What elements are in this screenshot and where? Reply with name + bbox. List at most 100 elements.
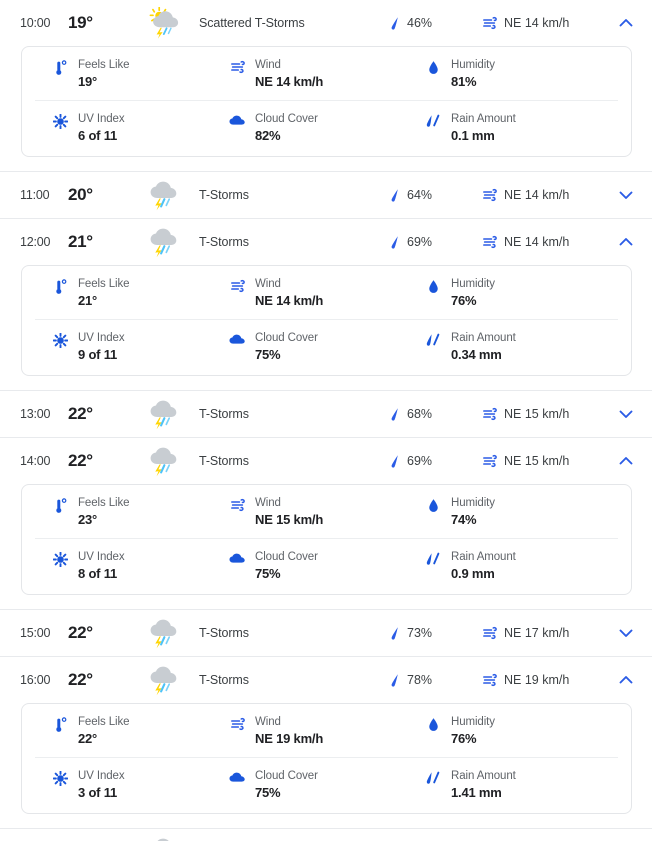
uv-index-icon xyxy=(52,112,69,129)
detail-humidity: Humidity 76% xyxy=(425,715,615,747)
detail-value: 19° xyxy=(78,74,98,89)
hour-summary-row[interactable]: 13:00 22° T-Storms 68% NE 15 km/h xyxy=(0,391,652,437)
hour-time: 15:00 xyxy=(20,626,51,640)
wind-value: NE 14 km/h xyxy=(504,188,570,202)
detail-label: Rain Amount xyxy=(451,113,516,125)
detail-label: Feels Like xyxy=(78,59,130,71)
precip-drop-glyph xyxy=(391,188,398,202)
hour-summary-row[interactable]: 10:00 19° Scattered T-Storms 46% NE 14 k… xyxy=(0,0,652,46)
uv-sun-glyph xyxy=(53,333,68,348)
wind-glyph xyxy=(230,60,245,74)
thermometer-icon xyxy=(52,496,69,514)
cloud-storm-glyph xyxy=(150,619,177,649)
hour-summary-row[interactable]: 14:00 22° T-Storms 69% NE 15 km/h xyxy=(0,438,652,484)
hour-temperature: 22° xyxy=(68,451,93,470)
wind-value: NE 15 km/h xyxy=(504,454,570,468)
hour-detail-card: Feels Like 23° Wind NE 15 km/h Humidity … xyxy=(21,484,632,595)
detail-label: Rain Amount xyxy=(451,332,516,344)
hour-time: 14:00 xyxy=(20,454,51,468)
chevron-down-icon[interactable] xyxy=(600,190,652,200)
wind-value: NE 17 km/h xyxy=(504,626,570,640)
chevron-glyph xyxy=(619,676,633,684)
hour-summary-row[interactable]: 15:00 22° T-Storms 73% NE 17 km/h xyxy=(0,610,652,656)
chevron-up-icon[interactable] xyxy=(600,675,652,685)
precip-drop-icon xyxy=(390,407,401,422)
precip-drop-icon xyxy=(390,673,401,688)
uv-index-icon xyxy=(52,550,69,567)
wind-icon xyxy=(482,407,498,421)
detail-feels-like: Feels Like 21° xyxy=(35,277,229,309)
hour-time: 11:00 xyxy=(20,188,50,202)
chevron-up-icon[interactable] xyxy=(600,456,652,466)
thermometer-glyph xyxy=(55,60,66,75)
detail-label: Humidity xyxy=(451,716,495,728)
chevron-up-icon[interactable] xyxy=(600,237,652,247)
hour-precipitation: 73% xyxy=(390,626,482,641)
detail-wind: Wind NE 14 km/h xyxy=(229,277,425,309)
detail-wind: Wind NE 14 km/h xyxy=(229,58,425,90)
precip-value: 68% xyxy=(407,407,433,421)
wind-value: NE 14 km/h xyxy=(504,235,570,249)
wind-glyph xyxy=(483,235,497,249)
sun-cloud-storm-icon xyxy=(140,7,188,39)
chevron-down-icon[interactable] xyxy=(600,409,652,419)
detail-uv-index: UV Index 9 of 11 xyxy=(35,331,229,363)
cloud-storm-glyph xyxy=(150,447,177,477)
detail-label: Rain Amount xyxy=(451,770,516,782)
detail-uv-index: UV Index 6 of 11 xyxy=(35,112,229,144)
detail-value: NE 19 km/h xyxy=(255,731,324,746)
wind-icon xyxy=(482,626,498,640)
hour-time: 12:00 xyxy=(20,235,51,249)
humidity-icon xyxy=(425,496,442,513)
rain-amount-glyph xyxy=(426,333,440,346)
hour-forecast-block: 16:00 22° T-Storms 78% NE 19 km/h Feels … xyxy=(0,656,652,814)
wind-glyph xyxy=(230,498,245,512)
hour-wind: NE 15 km/h xyxy=(482,407,600,421)
hour-temperature: 22° xyxy=(68,404,93,423)
detail-value: 75% xyxy=(255,785,281,800)
cloud-storm-glyph xyxy=(157,838,169,841)
rain-amount-icon xyxy=(425,550,442,568)
detail-label: Wind xyxy=(255,59,281,71)
chevron-glyph xyxy=(619,19,633,27)
rain-amount-icon xyxy=(425,112,442,130)
detail-humidity: Humidity 81% xyxy=(425,58,615,90)
humidity-icon xyxy=(425,58,442,75)
hour-time: 16:00 xyxy=(20,673,51,687)
cloud-cover-icon xyxy=(229,112,246,126)
rain-amount-glyph xyxy=(426,771,440,784)
hour-summary-row[interactable]: 12:00 21° T-Storms 69% NE 14 km/h xyxy=(0,219,652,265)
hour-detail-card: Feels Like 22° Wind NE 19 km/h Humidity … xyxy=(21,703,632,814)
hour-precipitation: 46% xyxy=(390,16,482,31)
precip-drop-icon xyxy=(390,626,401,641)
detail-value: 76% xyxy=(451,731,477,746)
hour-forecast-block: 14:00 22° T-Storms 69% NE 15 km/h Feels … xyxy=(0,437,652,595)
cloud-storm-glyph xyxy=(150,228,177,258)
hour-summary-row[interactable]: 11:00 20° T-Storms 64% NE 14 km/h xyxy=(0,172,652,218)
wind-glyph xyxy=(483,673,497,687)
precip-drop-icon xyxy=(390,16,401,31)
chevron-up-icon[interactable] xyxy=(600,18,652,28)
chevron-down-icon[interactable] xyxy=(600,628,652,638)
wind-icon xyxy=(482,235,498,249)
wind-glyph xyxy=(230,279,245,293)
detail-feels-like: Feels Like 19° xyxy=(35,58,229,90)
hour-condition: T-Storms xyxy=(199,188,249,202)
detail-row-secondary: UV Index 3 of 11 Cloud Cover 75% Rain Am… xyxy=(35,758,618,811)
cloud-storm-icon xyxy=(140,836,188,841)
hour-time: 10:00 xyxy=(20,16,51,30)
hour-temperature: 22° xyxy=(68,670,93,689)
wind-value: NE 19 km/h xyxy=(504,673,570,687)
detail-value: 82% xyxy=(255,128,281,143)
hour-summary-row[interactable]: 16:00 22° T-Storms 78% NE 19 km/h xyxy=(0,657,652,703)
hour-summary-row[interactable]: 17:00 20° T-Storms 83% NE 21 km/h xyxy=(0,829,652,841)
detail-rain-amount: Rain Amount 0.9 mm xyxy=(425,550,615,582)
detail-value: 6 of 11 xyxy=(78,128,118,143)
detail-label: Feels Like xyxy=(78,716,130,728)
uv-index-icon xyxy=(52,331,69,348)
detail-value: 74% xyxy=(451,512,477,527)
hour-condition: T-Storms xyxy=(199,673,249,687)
hour-forecast-block: 12:00 21° T-Storms 69% NE 14 km/h Feels … xyxy=(0,218,652,376)
thermometer-glyph xyxy=(55,717,66,732)
precip-value: 69% xyxy=(407,454,433,468)
